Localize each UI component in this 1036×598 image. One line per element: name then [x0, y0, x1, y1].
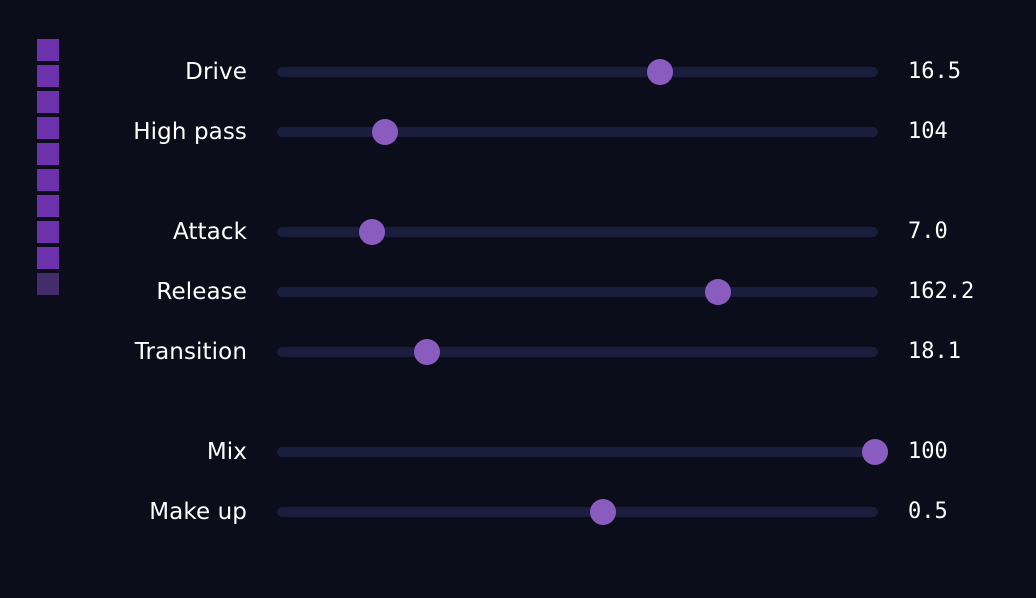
parameter-panel: Drive 16.5 High pass 104 Attack 7.0 Release 162… — [0, 0, 1036, 598]
slider-track[interactable] — [277, 67, 878, 77]
parameter-slider[interactable] — [277, 499, 878, 525]
parameter-row: Drive 16.5 — [0, 59, 1036, 85]
parameter-slider[interactable] — [277, 119, 878, 145]
parameter-slider[interactable] — [277, 339, 878, 365]
parameter-label: Release — [0, 279, 247, 305]
parameter-row: Transition 18.1 — [0, 339, 1036, 365]
parameter-label: Transition — [0, 339, 247, 365]
parameter-label: Mix — [0, 439, 247, 465]
slider-thumb[interactable] — [647, 59, 673, 85]
slider-track[interactable] — [277, 507, 878, 517]
parameter-label: Attack — [0, 219, 247, 245]
parameter-slider[interactable] — [277, 439, 878, 465]
slider-thumb[interactable] — [862, 439, 888, 465]
parameter-value[interactable]: 100 — [908, 439, 948, 465]
slider-thumb[interactable] — [705, 279, 731, 305]
parameter-row: Release 162.2 — [0, 279, 1036, 305]
parameter-label: Make up — [0, 499, 247, 525]
parameter-value[interactable]: 0.5 — [908, 499, 948, 525]
parameter-label: High pass — [0, 119, 247, 145]
slider-thumb[interactable] — [414, 339, 440, 365]
parameter-value[interactable]: 7.0 — [908, 219, 948, 245]
parameter-row: Attack 7.0 — [0, 219, 1036, 245]
slider-track[interactable] — [277, 447, 878, 457]
slider-track[interactable] — [277, 127, 878, 137]
parameter-slider[interactable] — [277, 279, 878, 305]
parameter-slider[interactable] — [277, 219, 878, 245]
slider-thumb[interactable] — [590, 499, 616, 525]
parameter-row: Make up 0.5 — [0, 499, 1036, 525]
parameter-value[interactable]: 104 — [908, 119, 948, 145]
parameter-row: High pass 104 — [0, 119, 1036, 145]
parameter-label: Drive — [0, 59, 247, 85]
parameter-slider[interactable] — [277, 59, 878, 85]
slider-thumb[interactable] — [359, 219, 385, 245]
slider-thumb[interactable] — [372, 119, 398, 145]
parameter-value[interactable]: 18.1 — [908, 339, 961, 365]
slider-track[interactable] — [277, 287, 878, 297]
parameter-value[interactable]: 162.2 — [908, 279, 974, 305]
parameter-row: Mix 100 — [0, 439, 1036, 465]
parameter-value[interactable]: 16.5 — [908, 59, 961, 85]
slider-track[interactable] — [277, 347, 878, 357]
